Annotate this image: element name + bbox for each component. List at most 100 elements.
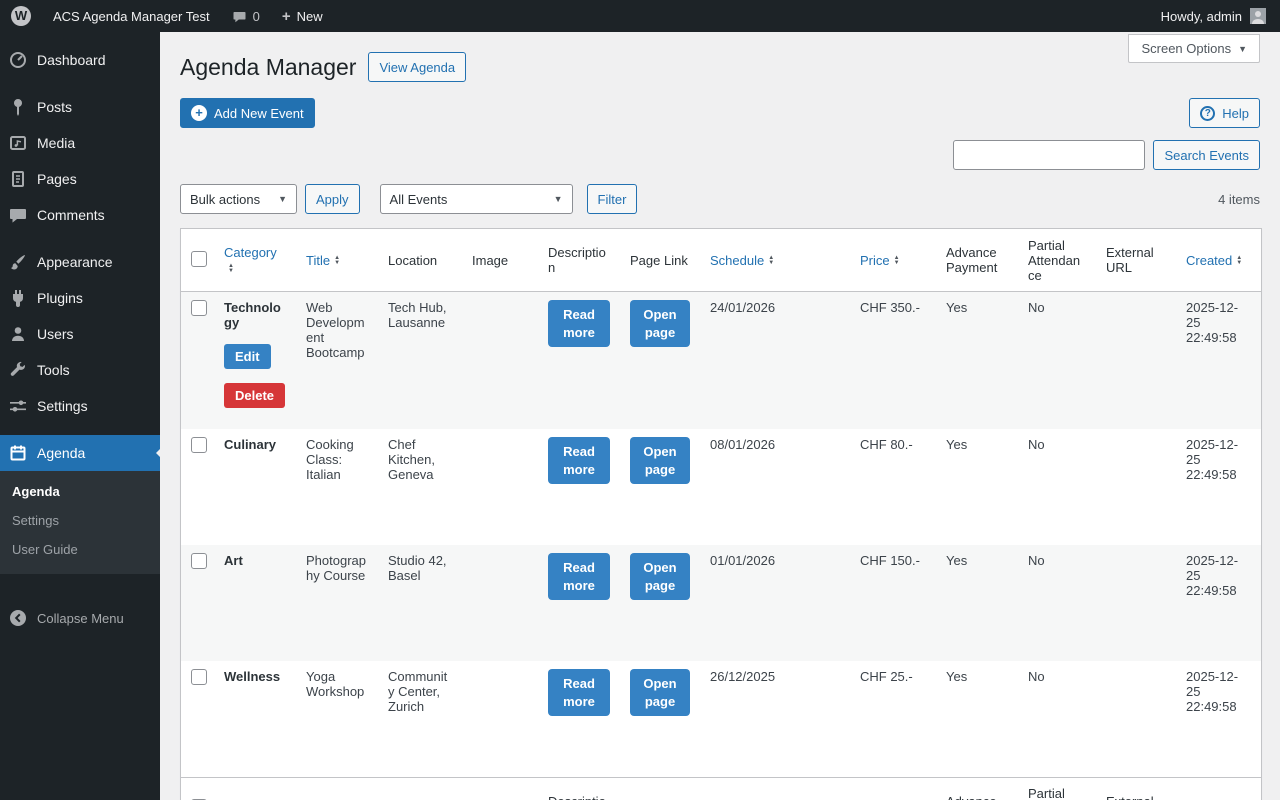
cell-category: Art: [214, 545, 296, 661]
search-input[interactable]: [953, 140, 1146, 170]
column-header-price[interactable]: Price: [850, 777, 936, 800]
chevron-down-icon: ▼: [278, 194, 288, 204]
cell-price: CHF 25.-: [860, 669, 913, 684]
help-button[interactable]: ? Help: [1189, 98, 1260, 128]
column-header-page-link: Page Link: [620, 777, 700, 800]
sliders-icon: [8, 396, 28, 416]
read-more-button[interactable]: Read more: [548, 300, 610, 348]
site-name-link[interactable]: ACS Agenda Manager Test: [42, 0, 221, 32]
cell-page-link: Open page: [620, 292, 700, 429]
plugin-icon: [8, 288, 28, 308]
apply-button[interactable]: Apply: [305, 184, 360, 214]
column-header-price[interactable]: Price ▲ ▼: [850, 229, 936, 292]
cell-image: [462, 661, 538, 777]
sidebar-item-label: Dashboard: [37, 52, 106, 68]
sort-desc-glyph: ▼: [893, 260, 900, 267]
column-header-title[interactable]: Title ▲ ▼: [296, 229, 378, 292]
open-page-button[interactable]: Open page: [630, 669, 690, 717]
cell-description: Read more: [538, 545, 620, 661]
sidebar-item-posts[interactable]: Posts: [0, 89, 160, 125]
column-header-title[interactable]: Title: [296, 777, 378, 800]
select-row-checkbox[interactable]: [191, 300, 207, 316]
wordpress-menu[interactable]: W: [0, 0, 42, 32]
cell-schedule: 08/01/2026: [710, 437, 776, 452]
sidebar: Dashboard Posts Media Pages Comments App…: [0, 32, 160, 800]
column-header-schedule[interactable]: Schedule: [700, 777, 850, 800]
select-cell: [181, 292, 214, 429]
cell-title: Photography Course: [306, 553, 366, 583]
collapse-menu-button[interactable]: Collapse Menu: [0, 600, 160, 636]
column-header-created[interactable]: Created: [1176, 777, 1261, 800]
read-more-button[interactable]: Read more: [548, 669, 610, 717]
sidebar-item-dashboard[interactable]: Dashboard: [0, 42, 160, 78]
sidebar-item-agenda[interactable]: Agenda: [0, 435, 160, 471]
sidebar-item-appearance[interactable]: Appearance: [0, 244, 160, 280]
select-row-checkbox[interactable]: [191, 669, 207, 685]
sidebar-item-users[interactable]: Users: [0, 316, 160, 352]
events-filter-value: All Events: [389, 191, 448, 207]
events-filter-select[interactable]: All Events ▼: [379, 184, 573, 214]
dashboard-icon: [8, 50, 28, 70]
plus-icon: +: [281, 7, 291, 25]
column-label: Advance Payment: [946, 794, 997, 800]
table-header: Category ▲ ▼ Title ▲ ▼ Location Image Descri…: [181, 229, 1261, 292]
column-label: Schedule: [710, 252, 765, 268]
site-name-label: ACS Agenda Manager Test: [53, 8, 210, 24]
submenu-item-settings[interactable]: Settings: [0, 506, 160, 535]
calendar-icon: [8, 443, 28, 463]
sidebar-item-tools[interactable]: Tools: [0, 352, 160, 388]
edit-button[interactable]: Edit: [224, 344, 271, 369]
admin-bar-new[interactable]: + New: [271, 0, 334, 32]
column-header-image: Image: [462, 777, 538, 800]
comment-bubble-icon: [232, 9, 247, 24]
cell-location: Chef Kitchen, Geneva: [388, 437, 435, 482]
column-header-partial-attendance: Partial Attendance: [1018, 229, 1096, 292]
open-page-button[interactable]: Open page: [630, 300, 690, 348]
wrench-icon: [8, 360, 28, 380]
footer-header-row: Category Title Location Image Descriptio…: [181, 777, 1261, 800]
submenu-item-agenda[interactable]: Agenda: [0, 477, 160, 506]
column-label: Description: [548, 245, 606, 275]
filter-button[interactable]: Filter: [586, 184, 638, 214]
collapse-menu-label: Collapse Menu: [37, 610, 124, 626]
help-label: Help: [1222, 105, 1249, 121]
open-page-button[interactable]: Open page: [630, 553, 690, 601]
cell-schedule: 26/12/2025: [710, 669, 776, 684]
screen-options-label: Screen Options: [1141, 41, 1232, 56]
sidebar-item-settings[interactable]: Settings: [0, 388, 160, 424]
select-all-checkbox[interactable]: [191, 250, 207, 267]
column-header-category[interactable]: Category ▲ ▼: [214, 229, 296, 292]
screen-options-button[interactable]: Screen Options ▼: [1128, 34, 1260, 63]
cell-schedule: 24/01/2026: [710, 300, 776, 315]
sidebar-item-plugins[interactable]: Plugins: [0, 280, 160, 316]
read-more-button[interactable]: Read more: [548, 437, 610, 485]
sidebar-item-comments[interactable]: Comments: [0, 197, 160, 233]
column-header-advance-payment: Advance Payment: [936, 777, 1018, 800]
events-table: Category ▲ ▼ Title ▲ ▼ Location Image Descri…: [180, 228, 1262, 800]
sidebar-item-pages[interactable]: Pages: [0, 161, 160, 197]
sort-icon: ▲ ▼: [334, 255, 340, 266]
sidebar-item-media[interactable]: Media: [0, 125, 160, 161]
sort-desc-glyph: ▼: [228, 267, 234, 274]
submenu-item-user-guide[interactable]: User Guide: [0, 535, 160, 564]
select-all-cell: [181, 229, 214, 292]
delete-button[interactable]: Delete: [224, 383, 286, 408]
admin-bar-comments[interactable]: 0: [221, 0, 271, 32]
select-row-checkbox[interactable]: [191, 437, 207, 453]
cell-created: 2025-12-25 22:49:58: [1186, 669, 1239, 714]
select-row-checkbox[interactable]: [191, 553, 207, 569]
column-header-category[interactable]: Category: [214, 777, 296, 800]
column-header-created[interactable]: Created ▲ ▼: [1176, 229, 1261, 292]
column-label: Price: [860, 252, 890, 268]
search-events-button[interactable]: Search Events: [1153, 140, 1260, 170]
read-more-button[interactable]: Read more: [548, 553, 610, 601]
column-header-schedule[interactable]: Schedule ▲ ▼: [700, 229, 850, 292]
bulk-actions-select[interactable]: Bulk actions ▼: [180, 184, 298, 214]
sort-icon: ▲ ▼: [228, 263, 234, 274]
open-page-button[interactable]: Open page: [630, 437, 690, 485]
sidebar-item-label: Posts: [37, 99, 73, 115]
add-new-event-button[interactable]: + Add New Event: [180, 98, 315, 128]
admin-bar: W ACS Agenda Manager Test 0 + New Howdy,…: [0, 0, 1280, 32]
view-agenda-button[interactable]: View Agenda: [368, 52, 467, 82]
account-menu[interactable]: Howdy, admin: [1147, 0, 1280, 32]
